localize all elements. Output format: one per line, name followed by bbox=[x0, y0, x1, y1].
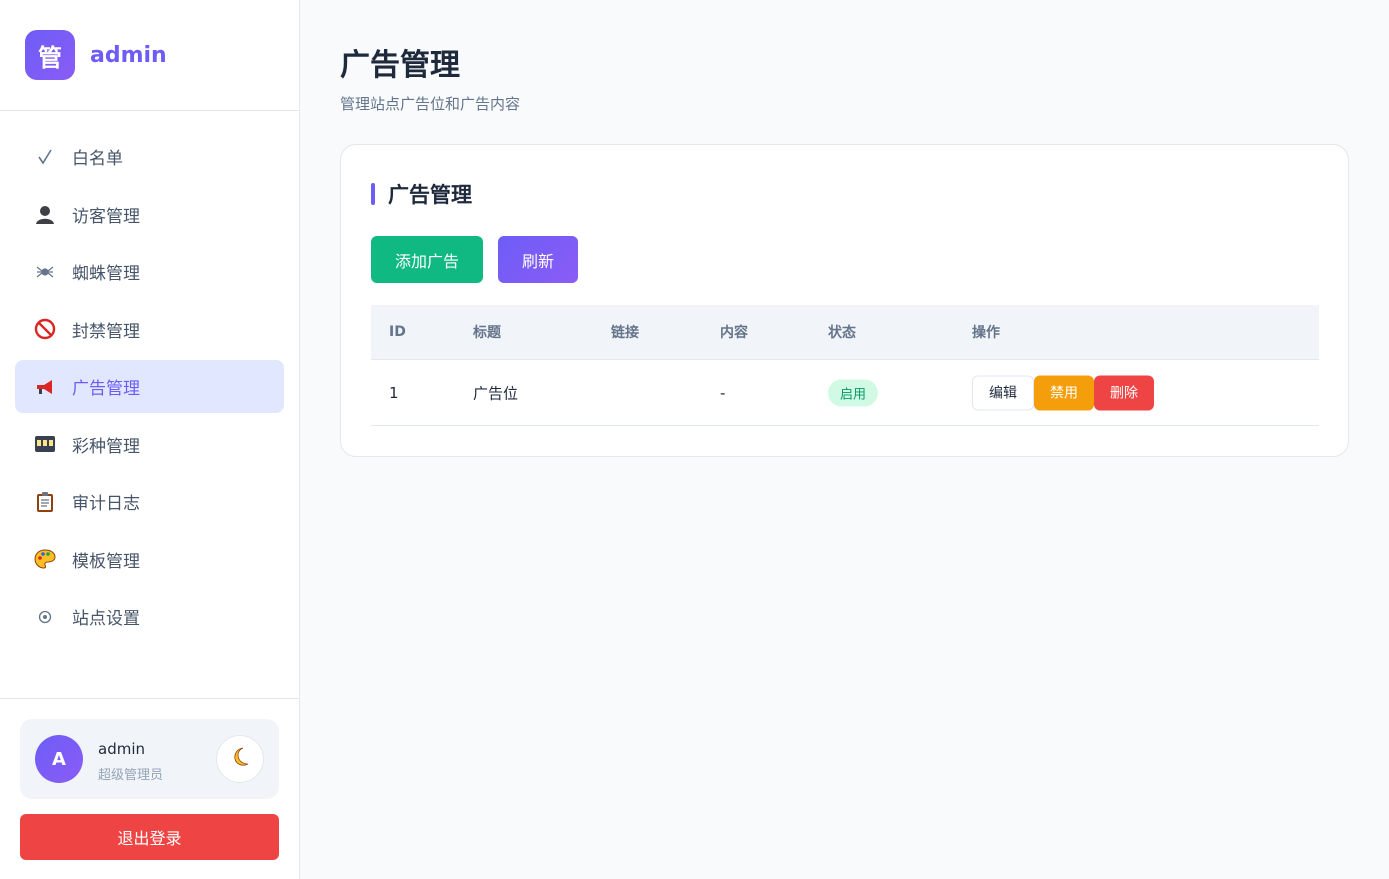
edit-button[interactable]: 编辑 bbox=[972, 375, 1034, 410]
page-subtitle: 管理站点广告位和广告内容 bbox=[340, 95, 521, 113]
column-header-id[interactable]: ID bbox=[389, 324, 406, 340]
status-badge: 启用 bbox=[828, 379, 879, 406]
sidebar-item-site-settings[interactable]: 站点设置 bbox=[15, 590, 284, 643]
sidebar-item-label: 蜘蛛管理 bbox=[72, 264, 140, 284]
column-header-link[interactable]: 链接 bbox=[611, 322, 639, 342]
palette-icon bbox=[33, 547, 57, 571]
megaphone-icon bbox=[33, 375, 57, 399]
theme-toggle-button[interactable] bbox=[216, 735, 264, 783]
column-header-status[interactable]: 状态 bbox=[828, 322, 856, 342]
add-ad-button[interactable]: 添加广告 bbox=[371, 236, 483, 283]
sidebar-footer: A admin 超级管理员 退出登录 bbox=[0, 698, 299, 879]
sidebar-item-whitelist[interactable]: 白名单 bbox=[15, 130, 284, 183]
sidebar-item-label: 审计日志 bbox=[72, 494, 140, 514]
table-header: ID 标题 链接 内容 状态 操作 bbox=[371, 305, 1319, 360]
sidebar-item-bans[interactable]: 封禁管理 bbox=[15, 303, 284, 356]
sidebar-item-lottery[interactable]: 彩种管理 bbox=[15, 418, 284, 471]
sidebar-item-label: 白名单 bbox=[72, 149, 123, 169]
sidebar-item-label: 广告管理 bbox=[72, 379, 140, 399]
table-row: 1 广告位 - 启用 编辑 禁用 删除 bbox=[371, 360, 1319, 426]
user-role: 超级管理员 bbox=[98, 768, 164, 783]
brand-logo[interactable]: 管 bbox=[25, 30, 75, 80]
main-content: 广告管理 管理站点广告位和广告内容 广告管理 添加广告 刷新 ID 标题 链接 … bbox=[300, 0, 1389, 879]
cell-title: 广告位 bbox=[473, 384, 519, 402]
sidebar-item-audit-log[interactable]: 审计日志 bbox=[15, 475, 284, 528]
disable-button[interactable]: 禁用 bbox=[1034, 375, 1094, 410]
column-header-content[interactable]: 内容 bbox=[720, 322, 748, 342]
visitor-icon bbox=[33, 202, 57, 226]
ads-card: 广告管理 添加广告 刷新 ID 标题 链接 内容 状态 操作 1 广告位 - 启… bbox=[340, 144, 1349, 457]
cell-content: - bbox=[720, 383, 726, 402]
sidebar-item-label: 访客管理 bbox=[72, 206, 140, 227]
column-header-actions: 操作 bbox=[972, 325, 1000, 341]
logout-button[interactable]: 退出登录 bbox=[20, 814, 279, 860]
card-title: 广告管理 bbox=[388, 183, 472, 207]
brand: 管 admin bbox=[0, 0, 299, 111]
spider-icon bbox=[33, 260, 57, 284]
cell-id: 1 bbox=[389, 383, 399, 402]
prohibited-icon bbox=[33, 317, 57, 341]
brand-name[interactable]: admin bbox=[90, 43, 167, 68]
clipboard-icon bbox=[33, 490, 57, 514]
sidebar-nav: 白名单 访客管理 蜘蛛管理 封禁管理 广告管理 彩种管理 审计日志 模板管理 站… bbox=[15, 130, 284, 648]
cell-actions: 编辑 禁用 删除 bbox=[972, 375, 1154, 410]
delete-button[interactable]: 删除 bbox=[1094, 375, 1154, 410]
sidebar-item-label: 彩种管理 bbox=[72, 436, 140, 457]
moon-icon bbox=[228, 745, 252, 773]
check-icon bbox=[33, 145, 57, 169]
sidebar-item-spiders[interactable]: 蜘蛛管理 bbox=[15, 245, 284, 298]
cell-status: 启用 bbox=[828, 379, 879, 406]
gear-icon bbox=[33, 605, 57, 629]
sidebar-item-label: 站点设置 bbox=[72, 609, 140, 629]
sidebar-item-label: 模板管理 bbox=[72, 551, 140, 572]
user-card: A admin 超级管理员 bbox=[20, 719, 279, 799]
card-title-accent bbox=[371, 183, 375, 205]
ads-table: ID 标题 链接 内容 状态 操作 1 广告位 - 启用 编辑 禁用 删除 bbox=[371, 305, 1319, 426]
sidebar-item-templates[interactable]: 模板管理 bbox=[15, 533, 284, 586]
sidebar: 管 admin 白名单 访客管理 蜘蛛管理 封禁管理 广告管理 彩种管理 审计日… bbox=[0, 0, 300, 879]
avatar: A bbox=[35, 735, 83, 783]
slot-machine-icon bbox=[33, 432, 57, 456]
column-header-title[interactable]: 标题 bbox=[473, 322, 501, 342]
user-name: admin bbox=[98, 740, 145, 758]
sidebar-item-visitors[interactable]: 访客管理 bbox=[15, 188, 284, 241]
sidebar-item-label: 封禁管理 bbox=[72, 321, 140, 342]
page-title: 广告管理 bbox=[340, 48, 460, 83]
refresh-button[interactable]: 刷新 bbox=[498, 236, 578, 283]
sidebar-item-ads[interactable]: 广告管理 bbox=[15, 360, 284, 413]
